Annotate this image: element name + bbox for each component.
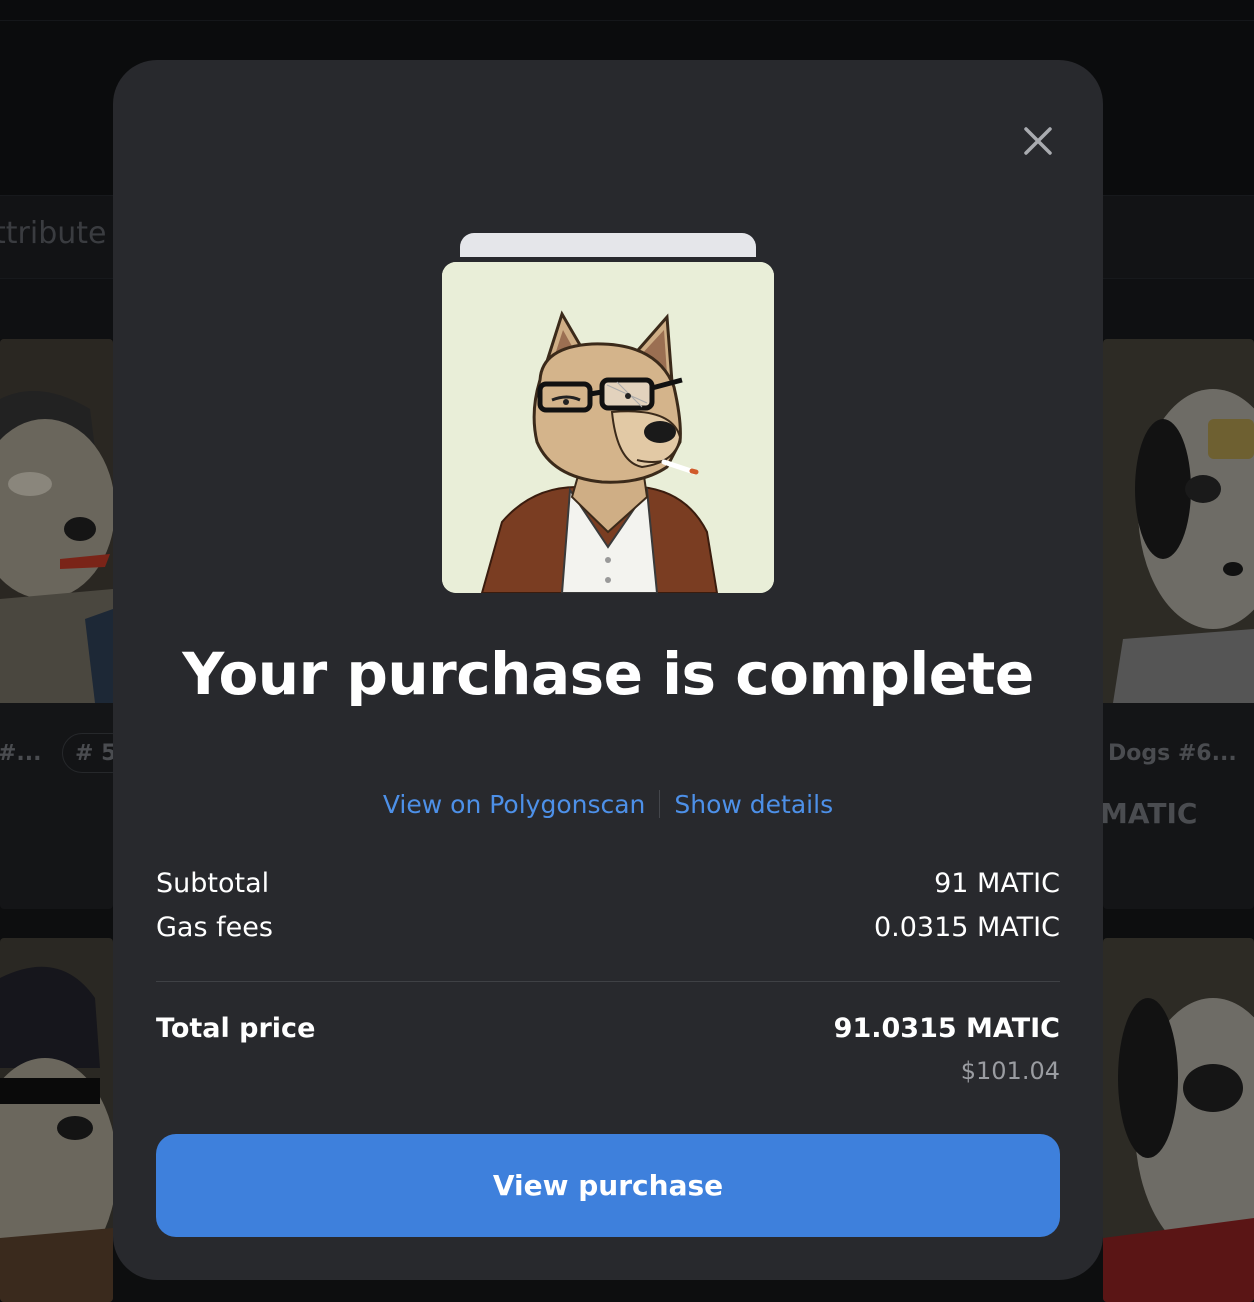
dog-artwork-icon [1103,938,1254,1302]
background-card-price: MATIC [1100,797,1198,830]
show-details-link[interactable]: Show details [674,790,833,819]
subtotal-row: Subtotal 91 MATIC [156,868,1060,899]
view-on-polygonscan-link[interactable]: View on Polygonscan [383,790,646,819]
background-card-label: # 5 [75,741,117,766]
background-nft-card [1103,938,1254,1302]
summary-divider [156,981,1060,982]
subtotal-value: 91 MATIC [934,868,1060,899]
purchase-complete-modal: Your purchase is complete View on Polygo… [113,60,1103,1280]
total-price-usd: $101.04 [960,1057,1060,1085]
dog-artwork-icon [0,339,113,703]
background-filter-text: ttribute [0,216,107,251]
background-card-label: Dogs #6... [1108,741,1237,766]
background-nft-card [0,938,113,1302]
gas-fees-value: 0.0315 MATIC [873,912,1060,943]
subtotal-label: Subtotal [156,868,270,899]
page-title: Your purchase is complete [182,640,1034,708]
nft-image [442,262,774,593]
view-purchase-button[interactable]: View purchase [156,1134,1060,1237]
total-price-row: Total price 91.0315 MATIC [156,1013,1060,1044]
background-card-label: #... [0,741,42,766]
link-divider [659,790,661,818]
gas-fees-row: Gas fees 0.0315 MATIC [156,912,1060,943]
dog-nft-artwork-icon [442,262,774,593]
modal-links: View on Polygonscan Show details [113,787,1103,821]
background-nft-card [0,339,113,909]
dog-artwork-icon [1103,339,1254,703]
close-button[interactable] [1018,121,1058,161]
gas-fees-label: Gas fees [156,912,273,943]
total-price-label: Total price [156,1013,316,1044]
total-price-value: 91.0315 MATIC [833,1013,1060,1044]
close-icon[interactable] [1018,121,1058,161]
dog-artwork-icon [0,938,113,1302]
nft-stack-back-card [460,233,756,257]
